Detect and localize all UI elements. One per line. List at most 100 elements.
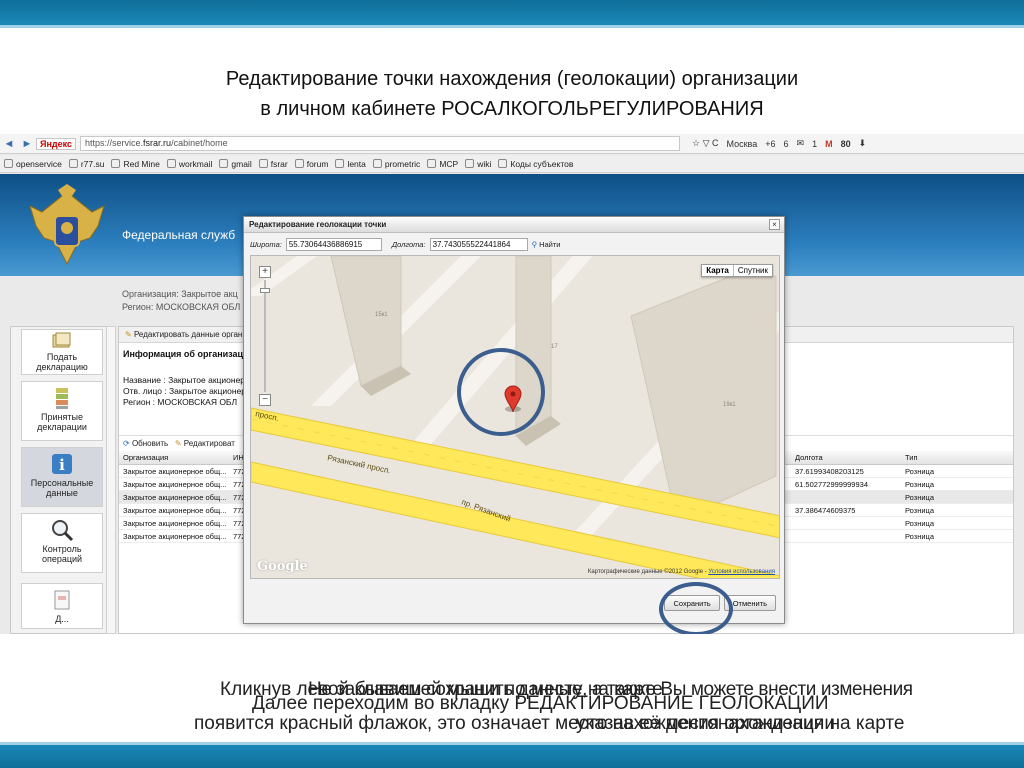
bookmark-label: gmail — [231, 158, 252, 169]
google-logo: Google — [257, 559, 308, 574]
site-name: Федеральная служб — [122, 228, 236, 242]
bookmark-icon — [68, 159, 78, 168]
bookmark-label: forum — [306, 158, 329, 169]
bookmark-item[interactable]: gmail — [219, 158, 252, 169]
cell-type: Розница — [905, 467, 934, 476]
longitude-input[interactable] — [429, 237, 528, 251]
coords-row: Широта: Долгота: ⚲ Найти — [250, 237, 560, 251]
gmail-count[interactable]: 80 — [841, 139, 851, 149]
cell-org: Закрытое акционерное общ... — [123, 506, 227, 515]
weather-city[interactable]: Москва — [727, 139, 758, 149]
building-label-3: 19к1 — [723, 402, 736, 408]
zoom-control: + − — [259, 266, 271, 406]
url-path: /cabinet/home — [171, 138, 228, 148]
bookmark-label: lenta — [347, 158, 366, 169]
bookmark-label: prometric — [384, 158, 421, 169]
svg-text:i: i — [59, 456, 65, 474]
latitude-input[interactable] — [285, 237, 382, 251]
edit-org-button[interactable]: Редактировать данные орган — [134, 330, 242, 339]
bookmark-label: Коды субъектов — [510, 158, 574, 169]
bookmark-item[interactable]: prometric — [372, 158, 421, 169]
sidebar-item-personal[interactable]: i Персональные данные — [21, 447, 103, 507]
dialog-title: Редактирование геолокации точки — [244, 217, 784, 233]
org-summary: Организация: Закрытое акц Регион: МОСКОВ… — [122, 288, 240, 314]
sidebar-scrollbar[interactable] — [106, 326, 116, 634]
cell-lon: 37.386474609375 — [795, 506, 856, 515]
bookmark-item[interactable]: r77.su — [68, 158, 105, 169]
info-region: Регион : МОСКОВСКАЯ ОБЛ — [123, 397, 238, 407]
yandex-button[interactable]: Яндекс — [36, 137, 77, 150]
refresh-icon: ⟳ — [123, 439, 130, 448]
url-prefix: https://service. — [85, 138, 144, 148]
close-icon[interactable]: × — [769, 219, 780, 230]
terms-link[interactable]: Условия использования — [708, 569, 775, 575]
bookmark-icon — [498, 159, 508, 168]
bookmark-item[interactable]: MCP — [427, 159, 458, 169]
bookmark-icon — [258, 159, 268, 168]
find-button[interactable]: ⚲ Найти — [532, 240, 561, 249]
bookmark-item[interactable]: Коды субъектов — [498, 159, 573, 169]
nav-buttons: ◄ ► — [0, 138, 36, 150]
bookmark-item[interactable]: Red Mine — [111, 159, 160, 169]
bookmark-icon — [372, 159, 382, 168]
address-input[interactable]: https://service.fsrar.ru/cabinet/home — [80, 136, 681, 151]
bookmark-icon — [166, 159, 176, 168]
zoom-out-button[interactable]: − — [259, 394, 271, 406]
bookmark-item[interactable]: fsrar — [258, 159, 288, 169]
mail-count[interactable]: 1 — [812, 139, 817, 149]
forward-icon[interactable]: ► — [22, 138, 33, 150]
edit-row-button[interactable]: Редактироват — [184, 439, 235, 448]
sidebar-item-documents[interactable]: Д... — [21, 583, 103, 629]
cell-org: Закрытое акционерное общ... — [123, 519, 227, 528]
bookmark-item[interactable]: forum — [294, 158, 329, 169]
save-highlight-ring — [659, 582, 733, 634]
cell-type: Розница — [905, 493, 934, 502]
bookmark-item[interactable]: wiki — [465, 159, 491, 169]
zoom-in-button[interactable]: + — [259, 266, 271, 278]
col-org[interactable]: Организация — [123, 453, 168, 462]
map-attribution: Картографические данные ©2012 Google - У… — [588, 569, 775, 575]
zoom-track[interactable] — [264, 280, 266, 392]
top-band — [0, 0, 1024, 28]
bookmark-label: MCP — [439, 158, 459, 169]
slide: Редактирование точки нахождения (геолока… — [0, 0, 1024, 768]
map-type-satellite-button[interactable]: Спутник — [734, 265, 772, 276]
cell-org: Закрытое акционерное общ... — [123, 493, 227, 502]
bookmark-item[interactable]: workmail — [166, 159, 212, 169]
zoom-knob[interactable] — [260, 288, 270, 293]
cell-type: Розница — [905, 480, 934, 489]
info-person: Отв. лицо : Закрытое акционер — [123, 386, 247, 396]
bookmark-item[interactable]: lenta — [335, 158, 366, 169]
bookmark-label: r77.su — [80, 158, 105, 169]
cell-org: Закрытое акционерное общ... — [123, 467, 227, 476]
bookmarks-bar: openservice r77.su Red Mine workmail gmail fs… — [0, 155, 1024, 173]
counter-badge[interactable]: 6 — [784, 139, 789, 149]
bookmark-item[interactable]: openservice — [4, 159, 62, 169]
document-icon — [54, 590, 70, 610]
refresh-button[interactable]: Обновить — [132, 439, 168, 448]
pencil-icon: ✎ — [125, 330, 132, 339]
bookmark-icon — [4, 159, 13, 168]
attribution-text: Картографические данные ©2012 Google - — [587, 569, 709, 575]
cell-type: Розница — [905, 519, 934, 528]
mail-icon[interactable]: ✉ — [797, 138, 805, 149]
col-lon[interactable]: Долгота — [795, 453, 823, 462]
download-icon[interactable]: ⬇ — [859, 138, 867, 149]
back-icon[interactable]: ◄ — [4, 138, 15, 150]
star-icon[interactable]: ☆ ▽ C — [692, 138, 719, 149]
weather-temperature[interactable]: +6 — [765, 139, 775, 149]
map-type-map-button[interactable]: Карта — [702, 265, 734, 276]
sidebar-item-declare[interactable]: Подать декларацию — [21, 329, 103, 375]
url-domain: fsrar.ru — [143, 138, 172, 148]
eagle-emblem-icon — [29, 184, 105, 266]
building-label-1: 15к1 — [375, 312, 388, 318]
col-type[interactable]: Тип — [905, 453, 918, 462]
sidebar-item-accepted[interactable]: Принятые декларации — [21, 381, 103, 441]
cell-type: Розница — [905, 532, 934, 541]
info-name: Название : Закрытое акционер — [123, 375, 246, 385]
bookmark-icon — [294, 159, 304, 168]
sidebar-item-control[interactable]: Контроль операций — [21, 513, 103, 573]
caption: Кликнув левой клавишей мыши по месту на … — [0, 676, 1024, 736]
info-icon: i — [52, 454, 72, 474]
gmail-icon[interactable]: M — [825, 139, 833, 149]
